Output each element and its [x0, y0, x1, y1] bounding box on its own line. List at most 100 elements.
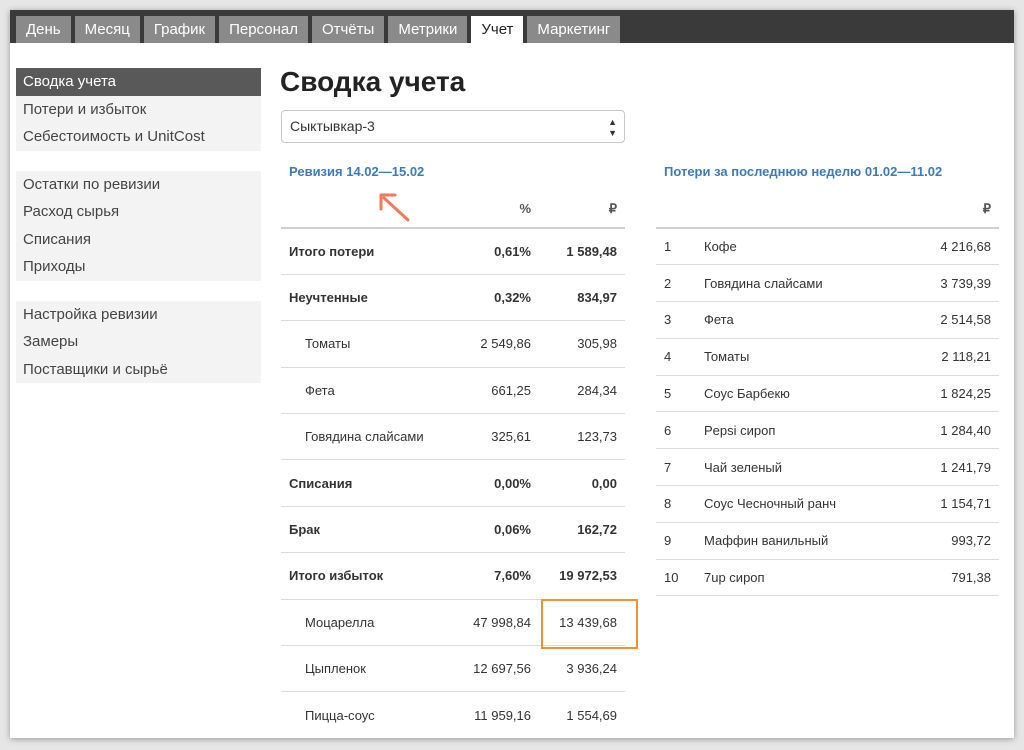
header-num [656, 190, 696, 229]
tab-5[interactable]: Метрики [388, 16, 468, 43]
cell-name: Томаты [696, 338, 916, 376]
cell-name: Pepsi сироп [696, 411, 916, 450]
cell-pct: 11 959,16 [451, 691, 539, 738]
sidebar-item[interactable]: Расход сырья [16, 198, 261, 226]
table-row: 3 Фета 2 514,58 [656, 301, 999, 339]
location-select[interactable]: Сыктывкар-3 ▲ ▼ [281, 110, 625, 143]
cell-amount: 2 514,58 [916, 301, 999, 339]
cell-amount: 19 972,53 [539, 552, 625, 600]
table-row: Пицца-соус 11 959,16 1 554,69 [281, 691, 625, 738]
app-window: День Месяц График Персонал Отчёты Метрики Учет… [10, 10, 1014, 738]
sidebar-item[interactable]: Настройка ревизии [16, 301, 261, 329]
tab-0[interactable]: День [16, 16, 71, 43]
cell-pct: 0,06% [451, 506, 539, 554]
sidebar-item[interactable]: Сводка учета [16, 68, 261, 96]
cell-amount: 2 118,21 [916, 338, 999, 376]
cell-n: 7 [656, 448, 696, 487]
cell-name: 7up сироп [696, 559, 916, 597]
cell-amount: 123,73 [539, 413, 625, 461]
sidebar-item[interactable]: Поставщики и сырьё [16, 356, 261, 384]
losses-table: ₽1 Кофе 4 216,68 2 Говядина слайсами 3 739,39… [656, 190, 999, 597]
tab-7[interactable]: Маркетинг [527, 16, 621, 43]
table-row: Фета 661,25 284,34 [281, 367, 625, 415]
table-row: Брак 0,06% 162,72 [281, 506, 625, 554]
cell-amount: 3 739,39 [916, 264, 999, 303]
cell-name: Брак [281, 506, 451, 554]
cell-pct: 0,00% [451, 459, 539, 507]
cell-name: Списания [281, 459, 451, 507]
cell-n: 1 [656, 228, 696, 266]
losses-title-link[interactable]: Потери за последнюю неделю 01.02—11.02 [664, 164, 942, 179]
cell-pct: 661,25 [451, 367, 539, 415]
cell-amount: 305,98 [539, 320, 625, 368]
cell-amount: 1 284,40 [916, 411, 999, 450]
sidebar-group-settings: Настройка ревизии Замеры Поставщики и сырь… [16, 300, 261, 384]
cell-n: 6 [656, 411, 696, 450]
cell-name: Цыпленок [281, 645, 451, 693]
sidebar-item[interactable]: Замеры [16, 328, 261, 356]
table-row: Неучтенные 0,32% 834,97 [281, 274, 625, 322]
tab-3[interactable]: Персонал [219, 16, 308, 43]
cell-amount: 1 589,48 [539, 228, 625, 275]
cell-amount: 993,72 [916, 522, 999, 560]
location-select-value: Сыктывкар-3 [290, 118, 375, 134]
cell-n: 9 [656, 522, 696, 560]
table-row: 1 Кофе 4 216,68 [656, 228, 999, 266]
header-currency: ₽ [539, 190, 625, 229]
cell-name: Соус Барбекю [696, 375, 916, 413]
tab-1[interactable]: Месяц [74, 16, 140, 43]
table-row: 2 Говядина слайсами 3 739,39 [656, 264, 999, 303]
cell-pct: 47 998,84 [451, 599, 539, 647]
sidebar-item[interactable]: Потери и избыток [16, 96, 261, 124]
cell-n: 4 [656, 338, 696, 376]
table-row: Цыпленок 12 697,56 3 936,24 [281, 645, 625, 693]
cell-amount: 791,38 [916, 559, 999, 597]
cell-name: Томаты [281, 320, 451, 368]
cell-amount: 834,97 [539, 274, 625, 322]
sidebar-item[interactable]: Остатки по ревизии [16, 171, 261, 199]
cell-n: 3 [656, 301, 696, 339]
cell-name: Говядина слайсами [281, 413, 451, 461]
table-row: Итого потери 0,61% 1 589,48 [281, 228, 625, 275]
tab-6[interactable]: Учет [471, 16, 524, 43]
revision-header-row: % ₽ [281, 190, 625, 229]
header-name [696, 190, 916, 229]
table-row: 4 Томаты 2 118,21 [656, 338, 999, 376]
table-row: 5 Соус Барбекю 1 824,25 [656, 375, 999, 413]
sidebar-group-stock: Остатки по ревизии Расход сырья Списания Пр… [16, 170, 261, 281]
header-percent: % [451, 190, 539, 229]
sidebar-item[interactable]: Списания [16, 226, 261, 254]
sidebar-item[interactable]: Приходы [16, 253, 261, 281]
cell-n: 10 [656, 559, 696, 597]
tab-4[interactable]: Отчёты [311, 16, 385, 43]
cell-name: Кофе [696, 228, 916, 266]
tab-2[interactable]: График [143, 16, 216, 43]
cell-n: 8 [656, 485, 696, 523]
cell-amount: 162,72 [539, 506, 625, 554]
cell-name: Фета [696, 301, 916, 339]
cell-amount: 4 216,68 [916, 228, 999, 266]
cell-pct: 12 697,56 [451, 645, 539, 693]
cell-name: Чай зеленый [696, 448, 916, 487]
select-arrows-icon: ▲ ▼ [608, 117, 617, 138]
top-navigation: День Месяц График Персонал Отчёты Метрики Учет… [10, 10, 1014, 43]
cell-pct: 325,61 [451, 413, 539, 461]
sidebar-group-summary: Сводка учета Потери и избыток Себестоимост… [16, 68, 261, 151]
cell-n: 5 [656, 375, 696, 413]
cell-name: Моцарелла [281, 599, 451, 647]
cell-name: Говядина слайсами [696, 264, 916, 303]
sidebar-item[interactable]: Себестоимость и UnitCost [16, 123, 261, 151]
cell-name: Итого избыток [281, 552, 451, 600]
cell-amount: 1 554,69 [539, 691, 625, 738]
cell-pct: 7,60% [451, 552, 539, 600]
cell-amount: 1 241,79 [916, 448, 999, 487]
table-row: Итого избыток 7,60% 19 972,53 [281, 552, 625, 600]
cell-amount: 13 439,68 [539, 599, 625, 647]
sidebar: Сводка учета Потери и избыток Себестоимост… [16, 68, 261, 403]
revision-title-link[interactable]: Ревизия 14.02—15.02 [289, 164, 424, 179]
table-row: Списания 0,00% 0,00 [281, 459, 625, 507]
cell-pct: 2 549,86 [451, 320, 539, 368]
cell-name: Соус Чесночный ранч [696, 485, 916, 523]
cell-name: Фета [281, 367, 451, 415]
cell-name: Неучтенные [281, 274, 451, 322]
